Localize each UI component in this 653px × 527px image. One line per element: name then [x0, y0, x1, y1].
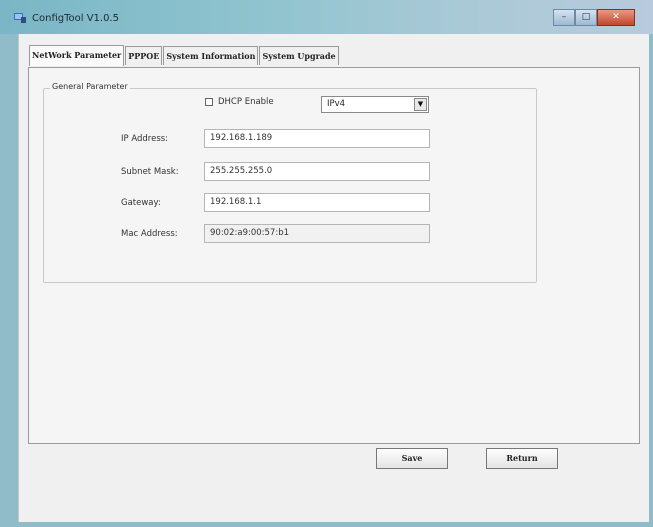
tab-network-parameter[interactable]: NetWork Parameter [29, 45, 125, 66]
network-parameter-panel: General Parameter DHCP Enable IPv4 ▼ IP … [28, 67, 640, 444]
window-controls: – □ ✕ [553, 9, 635, 26]
ip-version-select[interactable]: IPv4 ▼ [321, 96, 429, 113]
config-tool-window: ConfigTool V1.0.5 – □ ✕ NetWork Paramete… [0, 0, 653, 527]
group-title: General Parameter [50, 82, 130, 91]
ip-address-field[interactable]: 192.168.1.189 [204, 129, 430, 148]
minimize-button[interactable]: – [553, 9, 575, 26]
gateway-label: Gateway: [121, 198, 161, 208]
mac-address-label: Mac Address: [121, 229, 178, 239]
mac-address-field: 90:02:a9:00:57:b1 [204, 224, 430, 243]
maximize-button[interactable]: □ [575, 9, 597, 26]
ip-address-label: IP Address: [121, 134, 169, 144]
subnet-mask-field[interactable]: 255.255.255.0 [204, 162, 430, 181]
subnet-mask-label: Subnet Mask: [121, 167, 179, 177]
title-bar[interactable]: ConfigTool V1.0.5 – □ ✕ [0, 0, 653, 34]
tab-system-upgrade[interactable]: System Upgrade [259, 46, 339, 65]
save-button[interactable]: Save [376, 448, 448, 469]
app-icon [14, 13, 26, 23]
chevron-down-icon[interactable]: ▼ [414, 98, 427, 111]
ip-version-value: IPv4 [327, 99, 346, 109]
dhcp-enable-checkbox[interactable] [205, 98, 213, 106]
tab-strip: NetWork Parameter PPPOE System Informati… [29, 45, 340, 66]
client-area: NetWork Parameter PPPOE System Informati… [18, 34, 649, 522]
tab-system-information[interactable]: System Information [163, 46, 259, 65]
tab-pppoe[interactable]: PPPOE [125, 46, 163, 65]
dhcp-enable-label: DHCP Enable [218, 97, 274, 107]
general-parameter-group: General Parameter DHCP Enable IPv4 ▼ IP … [43, 82, 537, 283]
window-title: ConfigTool V1.0.5 [32, 13, 119, 24]
gateway-field[interactable]: 192.168.1.1 [204, 193, 430, 212]
close-button[interactable]: ✕ [597, 9, 635, 26]
return-button[interactable]: Return [486, 448, 558, 469]
